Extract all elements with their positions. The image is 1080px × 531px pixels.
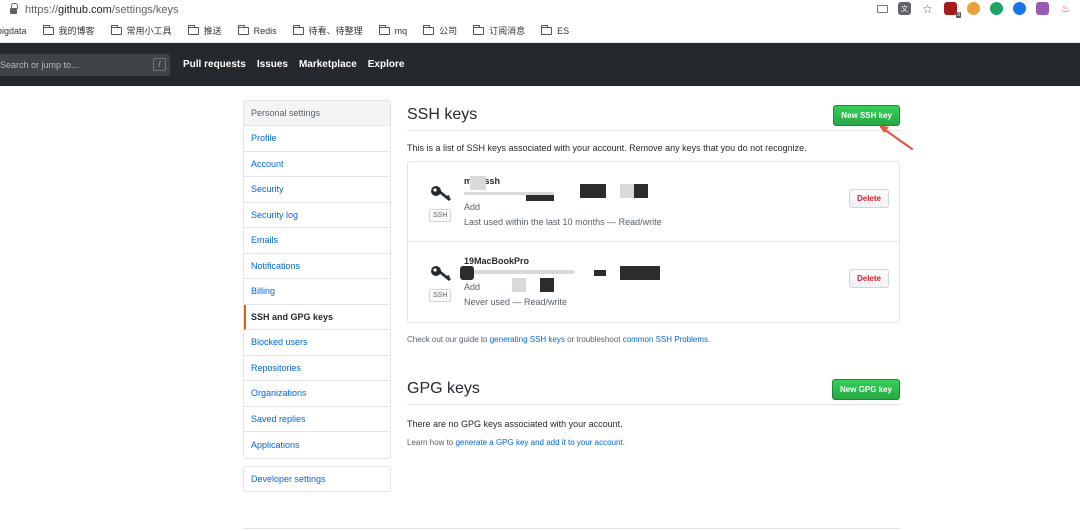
ssh-badge: SSH — [429, 209, 452, 222]
key-icon — [431, 186, 451, 201]
footer-divider — [243, 528, 900, 529]
key-last-used: Last used within the last 10 months — Re… — [464, 217, 662, 227]
new-gpg-key-button[interactable]: New GPG key — [831, 378, 900, 400]
redaction — [540, 278, 554, 292]
sidebar-item-ssh-gpg-keys[interactable]: SSH and GPG keys — [244, 304, 390, 330]
redaction — [460, 266, 474, 280]
bookmark-folder[interactable]: 待看、待整理 — [292, 24, 363, 37]
slash-key-hint: / — [153, 57, 166, 71]
bookmark-folder[interactable]: 订阅消息 — [473, 24, 525, 37]
folder-icon — [187, 24, 199, 35]
annotation-arrow-icon — [879, 125, 914, 151]
redaction — [634, 184, 648, 198]
sidebar-item-developer-settings[interactable]: Developer settings — [243, 466, 391, 492]
folder-icon — [423, 24, 435, 35]
gpg-empty-message: There are no GPG keys associated with yo… — [407, 419, 623, 429]
sidebar-item-saved-replies[interactable]: Saved replies — [244, 407, 390, 432]
nav-explore[interactable]: Explore — [368, 59, 405, 70]
vue-devtools-icon[interactable] — [990, 2, 1003, 15]
folder-icon — [292, 24, 304, 35]
gpg-learn-text: Learn how to generate a GPG key and add … — [407, 438, 625, 447]
bookmark-folder[interactable]: Redis — [237, 24, 277, 36]
sidebar-item-security-log[interactable]: Security log — [244, 203, 390, 228]
sidebar-item-billing[interactable]: Billing — [244, 279, 390, 305]
bookmark-folder[interactable]: ES — [541, 24, 569, 36]
common-ssh-problems-link[interactable]: common SSH Problems — [623, 335, 708, 344]
ssh-description: This is a list of SSH keys associated wi… — [407, 143, 807, 153]
redaction — [620, 266, 660, 280]
star-icon[interactable]: ☆ — [921, 2, 934, 16]
generate-gpg-key-link[interactable]: generate a GPG key and add it to your ac… — [455, 438, 622, 447]
key-added-date: Add — [464, 202, 481, 212]
key-icon — [431, 266, 451, 281]
redaction — [526, 195, 554, 201]
cast-icon[interactable] — [877, 4, 888, 13]
chrome-ext-icon[interactable] — [967, 2, 980, 15]
settings-sidebar: Personal settings Profile Account Securi… — [243, 100, 391, 459]
extension-tray: 文 ☆ 3 ♨ — [877, 2, 1072, 18]
search-box[interactable]: / — [0, 53, 170, 76]
ublock-icon[interactable]: 3 — [944, 2, 961, 18]
sidebar-item-organizations[interactable]: Organizations — [244, 381, 390, 407]
ext-badge: 3 — [955, 12, 961, 18]
folder-icon — [237, 24, 249, 35]
folder-icon — [541, 24, 553, 35]
translate-icon[interactable]: 文 — [898, 2, 911, 15]
redaction — [512, 278, 526, 292]
lock-icon — [10, 2, 18, 14]
bookmark-folder[interactable]: 我的博客 — [42, 24, 95, 37]
sidebar-item-blocked-users[interactable]: Blocked users — [244, 330, 390, 356]
ssh-section-header: SSH keys New SSH key — [407, 100, 900, 131]
header-nav: Pull requests Issues Marketplace Explore — [183, 59, 415, 70]
redaction — [474, 270, 574, 274]
folder-icon — [473, 24, 485, 35]
main-content: SSH keys New SSH key This is a list of S… — [407, 100, 900, 447]
redaction — [470, 176, 486, 190]
bookmark-folder[interactable]: 推送 — [187, 24, 222, 37]
bookmark-item[interactable]: bigdata — [0, 26, 27, 36]
redaction — [594, 270, 606, 276]
key-added-date: Add — [464, 282, 481, 292]
bookmark-folder[interactable]: mq — [378, 24, 407, 36]
folder-icon — [42, 24, 54, 35]
proxy-icon[interactable] — [1013, 2, 1026, 15]
sidebar-item-account[interactable]: Account — [244, 152, 390, 177]
tab-ext-icon[interactable] — [1036, 2, 1049, 15]
sidebar-item-profile[interactable]: Profile — [244, 126, 390, 152]
ssh-key-row: SSH 19MacBookPro Add Never used — Read/w… — [408, 242, 899, 322]
ssh-badge: SSH — [429, 289, 452, 302]
delete-key-button[interactable]: Delete — [848, 269, 889, 288]
url-text[interactable]: https://github.com/settings/keys — [25, 4, 178, 16]
sidebar-heading: Personal settings — [244, 101, 390, 126]
nav-marketplace[interactable]: Marketplace — [299, 59, 357, 70]
gpg-section-header: GPG keys New GPG key — [407, 374, 900, 405]
ssh-key-list: SSH mac ssh Add Last used within the las… — [407, 161, 900, 323]
bookmarks-bar: bigdata 我的博客 常用小工具 推送 Redis 待看、待整理 mq 公司… — [0, 19, 1080, 43]
folder-icon — [110, 24, 122, 35]
clipboard-ext-icon[interactable]: ♨ — [1059, 2, 1072, 15]
github-header: / Pull requests Issues Marketplace Explo… — [0, 43, 1080, 86]
gpg-keys-title: GPG keys — [407, 380, 480, 397]
nav-pull-requests[interactable]: Pull requests — [183, 59, 246, 70]
key-title: 19MacBookPro — [464, 256, 530, 266]
folder-icon — [378, 24, 390, 35]
sidebar-item-repositories[interactable]: Repositories — [244, 356, 390, 381]
redaction — [580, 184, 606, 198]
address-bar[interactable]: https://github.com/settings/keys 文 ☆ 3 ♨ — [0, 0, 1080, 19]
search-input[interactable] — [0, 59, 140, 70]
ssh-guide-text: Check out our guide to generating SSH ke… — [407, 335, 711, 344]
delete-key-button[interactable]: Delete — [848, 189, 889, 208]
redaction — [620, 184, 634, 198]
bookmark-folder[interactable]: 公司 — [423, 24, 457, 37]
sidebar-item-security[interactable]: Security — [244, 177, 390, 203]
ssh-keys-title: SSH keys — [407, 106, 478, 123]
nav-issues[interactable]: Issues — [257, 59, 288, 70]
sidebar-item-notifications[interactable]: Notifications — [244, 254, 390, 279]
sidebar-item-emails[interactable]: Emails — [244, 228, 390, 254]
bookmark-folder[interactable]: 常用小工具 — [110, 24, 172, 37]
generating-ssh-keys-link[interactable]: generating SSH keys — [490, 335, 565, 344]
key-last-used: Never used — Read/write — [464, 297, 568, 307]
ssh-key-row: SSH mac ssh Add Last used within the las… — [408, 162, 899, 242]
sidebar-item-applications[interactable]: Applications — [244, 432, 390, 458]
